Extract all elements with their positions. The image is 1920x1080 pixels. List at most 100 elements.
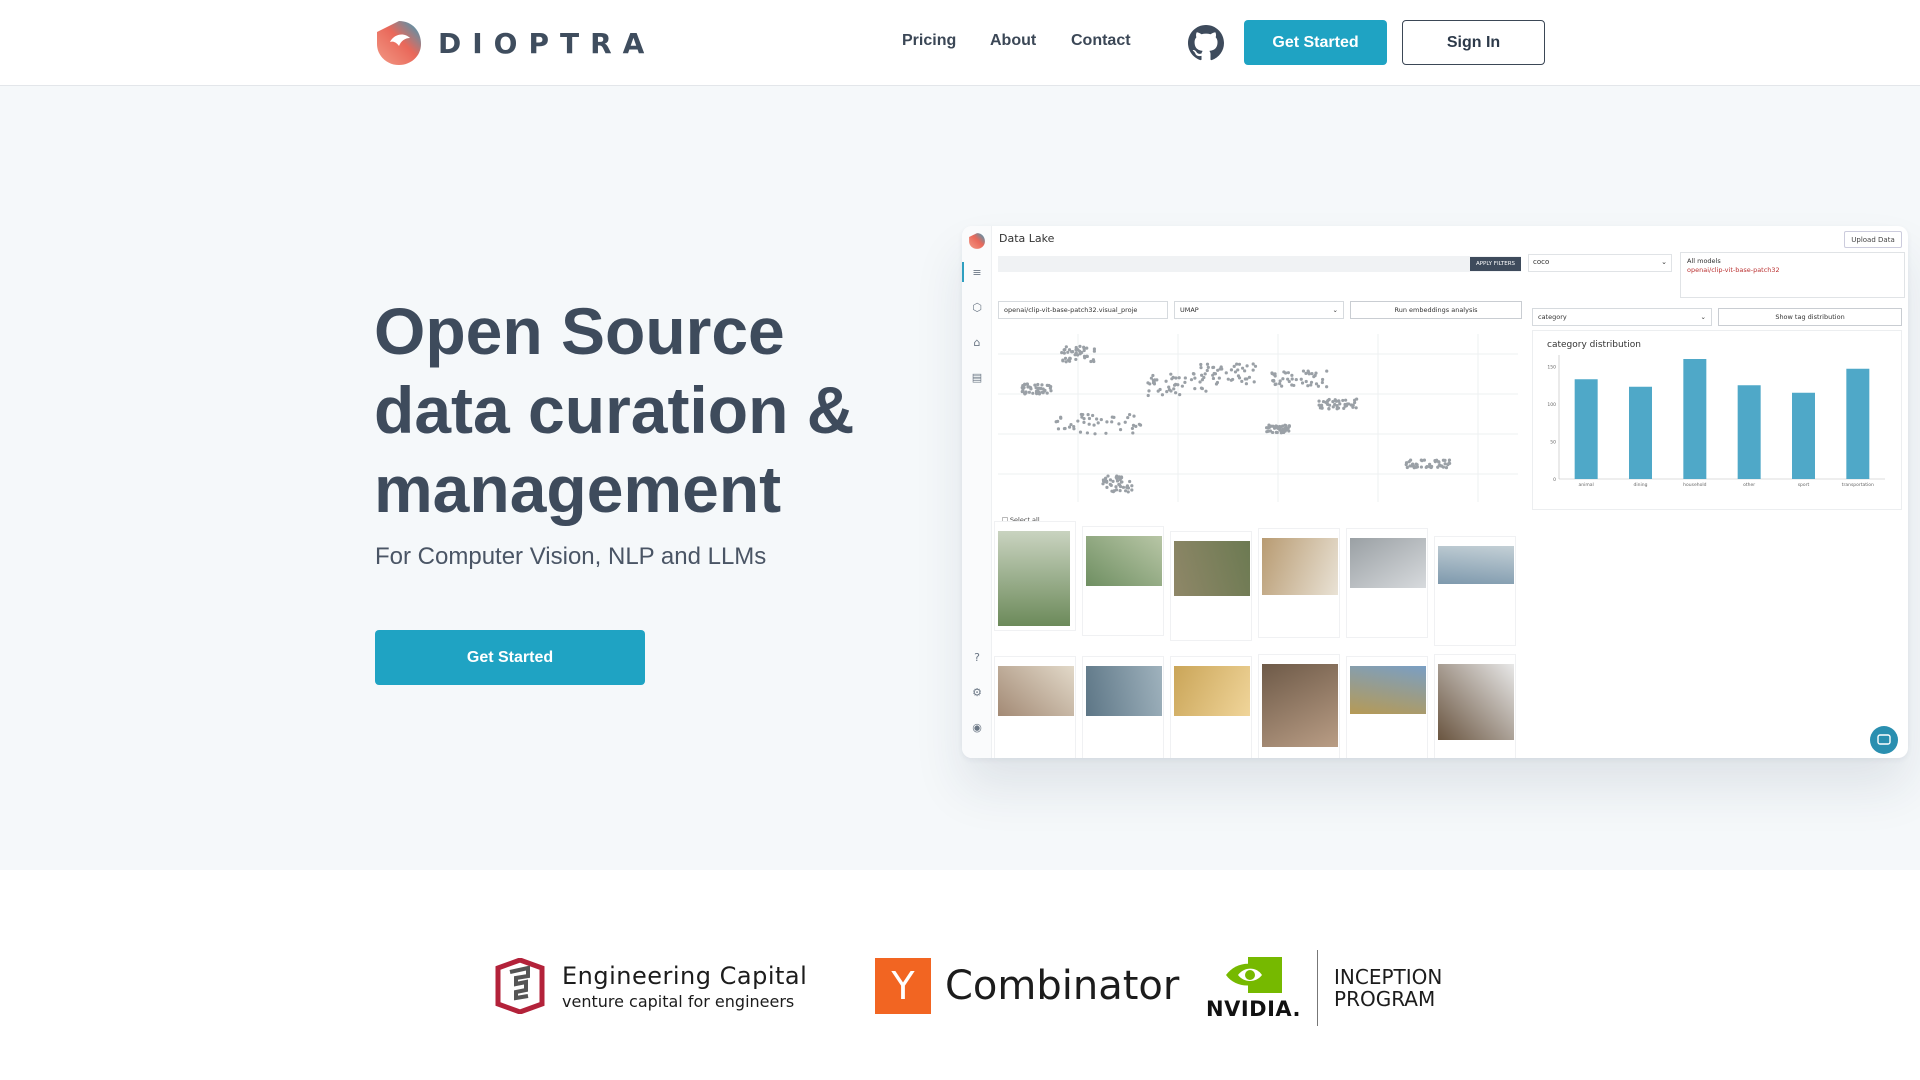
scatter-point (1064, 345, 1068, 349)
scatter-point (1180, 384, 1184, 388)
scatter-point (1274, 382, 1278, 386)
github-icon[interactable] (1188, 25, 1224, 61)
scatter-point (1037, 392, 1042, 396)
list-icon[interactable]: ≡ (970, 266, 984, 280)
model-name: openai/clip-vit-base-patch32 (1687, 266, 1780, 274)
help-icon[interactable]: ? (970, 651, 984, 665)
image-thumbnail[interactable] (1086, 666, 1162, 716)
scatter-point (1068, 359, 1072, 363)
image-thumbnail[interactable] (998, 531, 1070, 626)
cube-icon[interactable]: ⬡ (970, 301, 984, 315)
scatter-point (1405, 465, 1409, 470)
scatter-point (1325, 385, 1329, 389)
image-thumbnail[interactable] (1174, 541, 1250, 596)
scatter-point (1130, 426, 1135, 431)
scatter-point (1321, 399, 1326, 404)
get-started-button-nav[interactable]: Get Started (1244, 20, 1387, 65)
scatter-point (1056, 427, 1061, 431)
image-thumbnail[interactable] (998, 666, 1074, 716)
embedding-scatter-plot[interactable] (998, 334, 1518, 502)
scatter-point (1164, 379, 1168, 383)
user-icon[interactable]: ◉ (970, 721, 984, 735)
scatter-point (1174, 376, 1178, 380)
nav-link-about[interactable]: About (990, 32, 1036, 50)
scatter-point (1066, 350, 1070, 354)
scatter-point (1172, 387, 1176, 391)
scatter-point (1240, 379, 1244, 383)
scatter-point (1290, 377, 1294, 381)
scatter-point (1199, 362, 1203, 367)
apply-filters-button[interactable]: APPLY FILTERS (1470, 257, 1521, 271)
settings-icon[interactable]: ⚙ (970, 686, 984, 700)
scatter-point (1229, 368, 1234, 372)
ycombinator-logo: Y Combinator (875, 958, 1179, 1014)
scatter-point (1085, 431, 1090, 435)
image-thumbnail[interactable] (1438, 546, 1514, 584)
brand-logo[interactable]: DIOPTRA (374, 18, 655, 68)
chevron-down-icon: ⌄ (1332, 306, 1338, 314)
bar-sport (1792, 392, 1815, 479)
category-distribution-chart: category distribution 0 50 100 150 animal dini… (1532, 330, 1902, 510)
scatter-point (1117, 422, 1121, 426)
image-thumbnail[interactable] (1086, 536, 1162, 586)
scatter-point (1317, 399, 1321, 403)
document-icon[interactable]: ▤ (970, 371, 984, 385)
hero-title-line-1: Open Source (374, 294, 785, 368)
scatter-point (1115, 474, 1119, 478)
tag-select[interactable]: category ⌄ (1532, 308, 1712, 326)
hero-subtitle: For Computer Vision, NLP and LLMs (375, 543, 767, 570)
image-thumbnail[interactable] (1438, 664, 1514, 740)
scatter-point (1087, 422, 1091, 426)
scatter-point (1130, 488, 1134, 492)
scatter-point (1314, 371, 1318, 375)
embedding-select[interactable]: openai/clip-vit-base-patch32.visual_proj… (998, 301, 1168, 319)
scatter-point (1104, 431, 1108, 435)
image-thumbnail[interactable] (1262, 664, 1338, 747)
chat-bubble-icon[interactable] (1870, 726, 1898, 754)
filter-bar[interactable] (998, 256, 1521, 272)
inception-line-1: INCEPTION (1334, 965, 1443, 989)
image-thumbnail[interactable] (1174, 666, 1250, 716)
image-thumbnail[interactable] (1262, 538, 1338, 595)
scatter-point (1320, 406, 1324, 410)
dataset-select[interactable]: coco ⌄ (1528, 254, 1672, 272)
nav-link-contact[interactable]: Contact (1071, 32, 1131, 50)
run-embeddings-button[interactable]: Run embeddings analysis (1350, 301, 1522, 319)
scatter-point (1287, 379, 1291, 384)
upload-data-button[interactable]: Upload Data (1844, 231, 1902, 248)
scatter-point (1331, 405, 1335, 409)
get-started-button-hero[interactable]: Get Started (375, 630, 645, 685)
image-thumbnail[interactable] (1350, 666, 1426, 714)
scatter-point (1101, 478, 1106, 482)
scatter-point (1278, 382, 1282, 386)
scatter-point (1146, 393, 1150, 398)
scatter-point (1314, 382, 1319, 386)
scatter-point (1245, 364, 1249, 368)
scatter-point (1167, 385, 1171, 389)
nvidia-eye-icon (1225, 957, 1282, 993)
scatter-point (1281, 377, 1285, 381)
image-thumbnail[interactable] (1350, 538, 1426, 588)
scatter-point (1334, 399, 1338, 403)
nvidia-wordmark: NVIDIA. (1206, 997, 1302, 1021)
scatter-point (1199, 366, 1203, 370)
scatter-point (1083, 356, 1087, 360)
sign-in-button[interactable]: Sign In (1402, 20, 1545, 65)
models-panel: All models openai/clip-vit-base-patch32 (1680, 252, 1905, 298)
scatter-point (1169, 389, 1173, 393)
show-tag-distribution-button[interactable]: Show tag distribution (1718, 308, 1902, 326)
scatter-point (1074, 345, 1078, 350)
scatter-point (1183, 376, 1187, 380)
scatter-point (1123, 420, 1127, 424)
scatter-point (1156, 389, 1160, 393)
scatter-point (1430, 464, 1434, 469)
scatter-point (1027, 390, 1031, 394)
tag-select-value: category (1538, 313, 1567, 321)
scatter-point (1067, 425, 1072, 429)
scatter-point (1251, 362, 1255, 366)
scatter-point (1275, 425, 1279, 429)
reduction-select[interactable]: UMAP ⌄ (1174, 301, 1344, 319)
cart-icon[interactable]: ⌂ (970, 336, 984, 350)
nav-link-pricing[interactable]: Pricing (902, 32, 956, 50)
scatter-point (1282, 430, 1286, 435)
